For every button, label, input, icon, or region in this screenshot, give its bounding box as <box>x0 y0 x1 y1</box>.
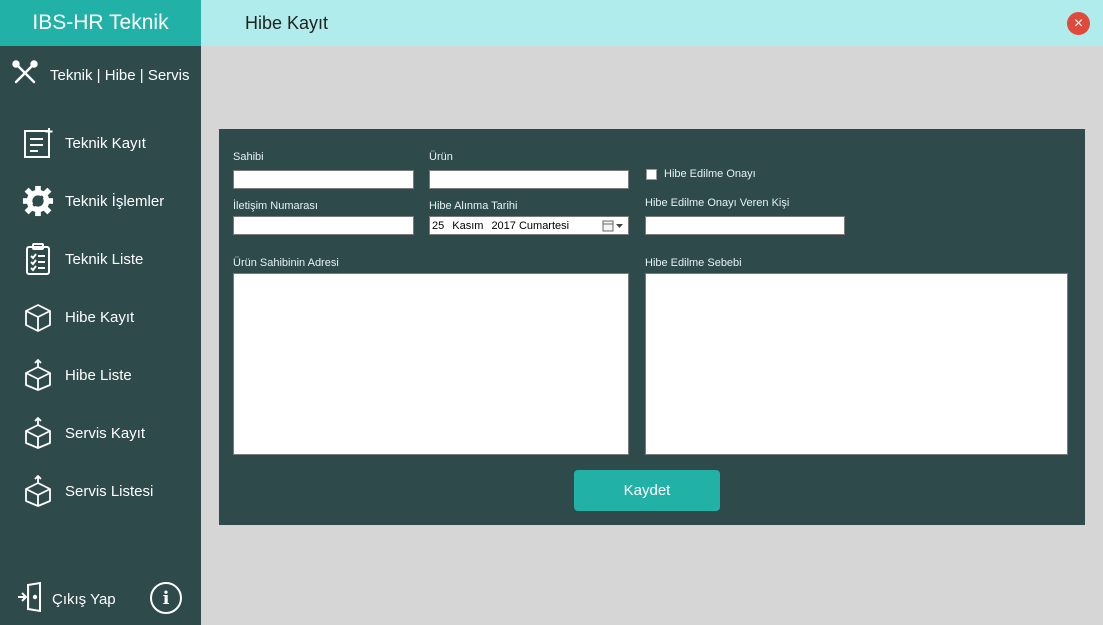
box-icon <box>22 300 54 334</box>
title-bar: Hibe Kayıt × <box>201 0 1103 46</box>
iletisim-input[interactable] <box>233 216 414 235</box>
hibe-onay-checkbox[interactable] <box>646 169 657 180</box>
document-edit-icon <box>22 126 54 160</box>
sidebar-item-label: Hibe Liste <box>65 366 132 384</box>
sidebar-item-servis-listesi[interactable]: Servis Listesi <box>0 462 201 520</box>
tarih-label: Hibe Alınma Tarihi <box>429 200 518 212</box>
save-button[interactable]: Kaydet <box>574 470 720 511</box>
urun-input[interactable] <box>429 170 629 189</box>
sidebar-item-label: Teknik Kayıt <box>65 134 146 152</box>
logout-button[interactable]: Çıkış Yap <box>16 581 116 617</box>
box-icon <box>22 358 54 392</box>
info-icon[interactable]: i <box>150 582 182 614</box>
sidebar-item-label: Servis Kayıt <box>65 424 146 442</box>
sidebar-item-hibe-liste[interactable]: Hibe Liste <box>0 346 201 404</box>
exit-door-icon <box>16 581 44 617</box>
date-month: Kasım <box>452 219 484 232</box>
module-title: Teknik | Hibe | Servis <box>50 66 190 84</box>
sidebar-item-label: Hibe Kayıt <box>65 308 135 326</box>
close-icon[interactable]: × <box>1067 12 1090 35</box>
sahibi-input[interactable] <box>233 170 414 189</box>
sidebar-item-teknik-liste[interactable]: Teknik Liste <box>0 230 201 288</box>
sahibi-label: Sahibi <box>233 151 264 163</box>
onay-veren-label: Hibe Edilme Onayı Veren Kişi <box>645 197 790 209</box>
logout-label: Çıkış Yap <box>52 590 116 608</box>
onay-veren-input[interactable] <box>645 216 845 235</box>
sidebar-item-hibe-kayit[interactable]: Hibe Kayıt <box>0 288 201 346</box>
box-icon <box>22 474 54 508</box>
sidebar: IBS-HR Teknik Teknik | Hibe | Servis Tek… <box>0 0 201 625</box>
page-title: Hibe Kayıt <box>245 13 329 33</box>
date-rest: 2017 Cumartesi <box>491 219 570 232</box>
calendar-dropdown-icon[interactable] <box>602 220 624 232</box>
urun-label: Ürün <box>429 151 453 163</box>
sidebar-item-label: Teknik Liste <box>65 250 144 268</box>
sidebar-item-label: Servis Listesi <box>65 482 154 500</box>
tools-icon <box>12 60 38 90</box>
tarih-date-picker[interactable]: 25 Kasım 2017 Cumartesi <box>429 216 629 235</box>
sebep-textarea[interactable] <box>645 273 1068 455</box>
gear-wrench-icon <box>22 184 54 218</box>
sebep-label: Hibe Edilme Sebebi <box>645 257 742 269</box>
iletisim-label: İletişim Numarası <box>233 200 318 212</box>
sidebar-item-servis-kayit[interactable]: Servis Kayıt <box>0 404 201 462</box>
module-header: Teknik | Hibe | Servis <box>12 60 190 90</box>
form-panel: Sahibi Ürün Hibe Edilme Onayı İletişim N… <box>219 129 1085 525</box>
adres-textarea[interactable] <box>233 273 629 455</box>
hibe-onay-label: Hibe Edilme Onayı <box>664 168 756 180</box>
sidebar-item-teknik-islemler[interactable]: Teknik İşlemler <box>0 172 201 230</box>
sidebar-item-teknik-kayit[interactable]: Teknik Kayıt <box>0 114 201 172</box>
app-brand: IBS-HR Teknik <box>0 0 201 46</box>
box-icon <box>22 416 54 450</box>
sidebar-nav: Teknik Kayıt Teknik İşlemler Teknik List… <box>0 114 201 520</box>
date-day: 25 <box>432 219 445 232</box>
sidebar-item-label: Teknik İşlemler <box>65 192 165 210</box>
adres-label: Ürün Sahibinin Adresi <box>233 257 339 269</box>
clipboard-list-icon <box>22 242 54 276</box>
